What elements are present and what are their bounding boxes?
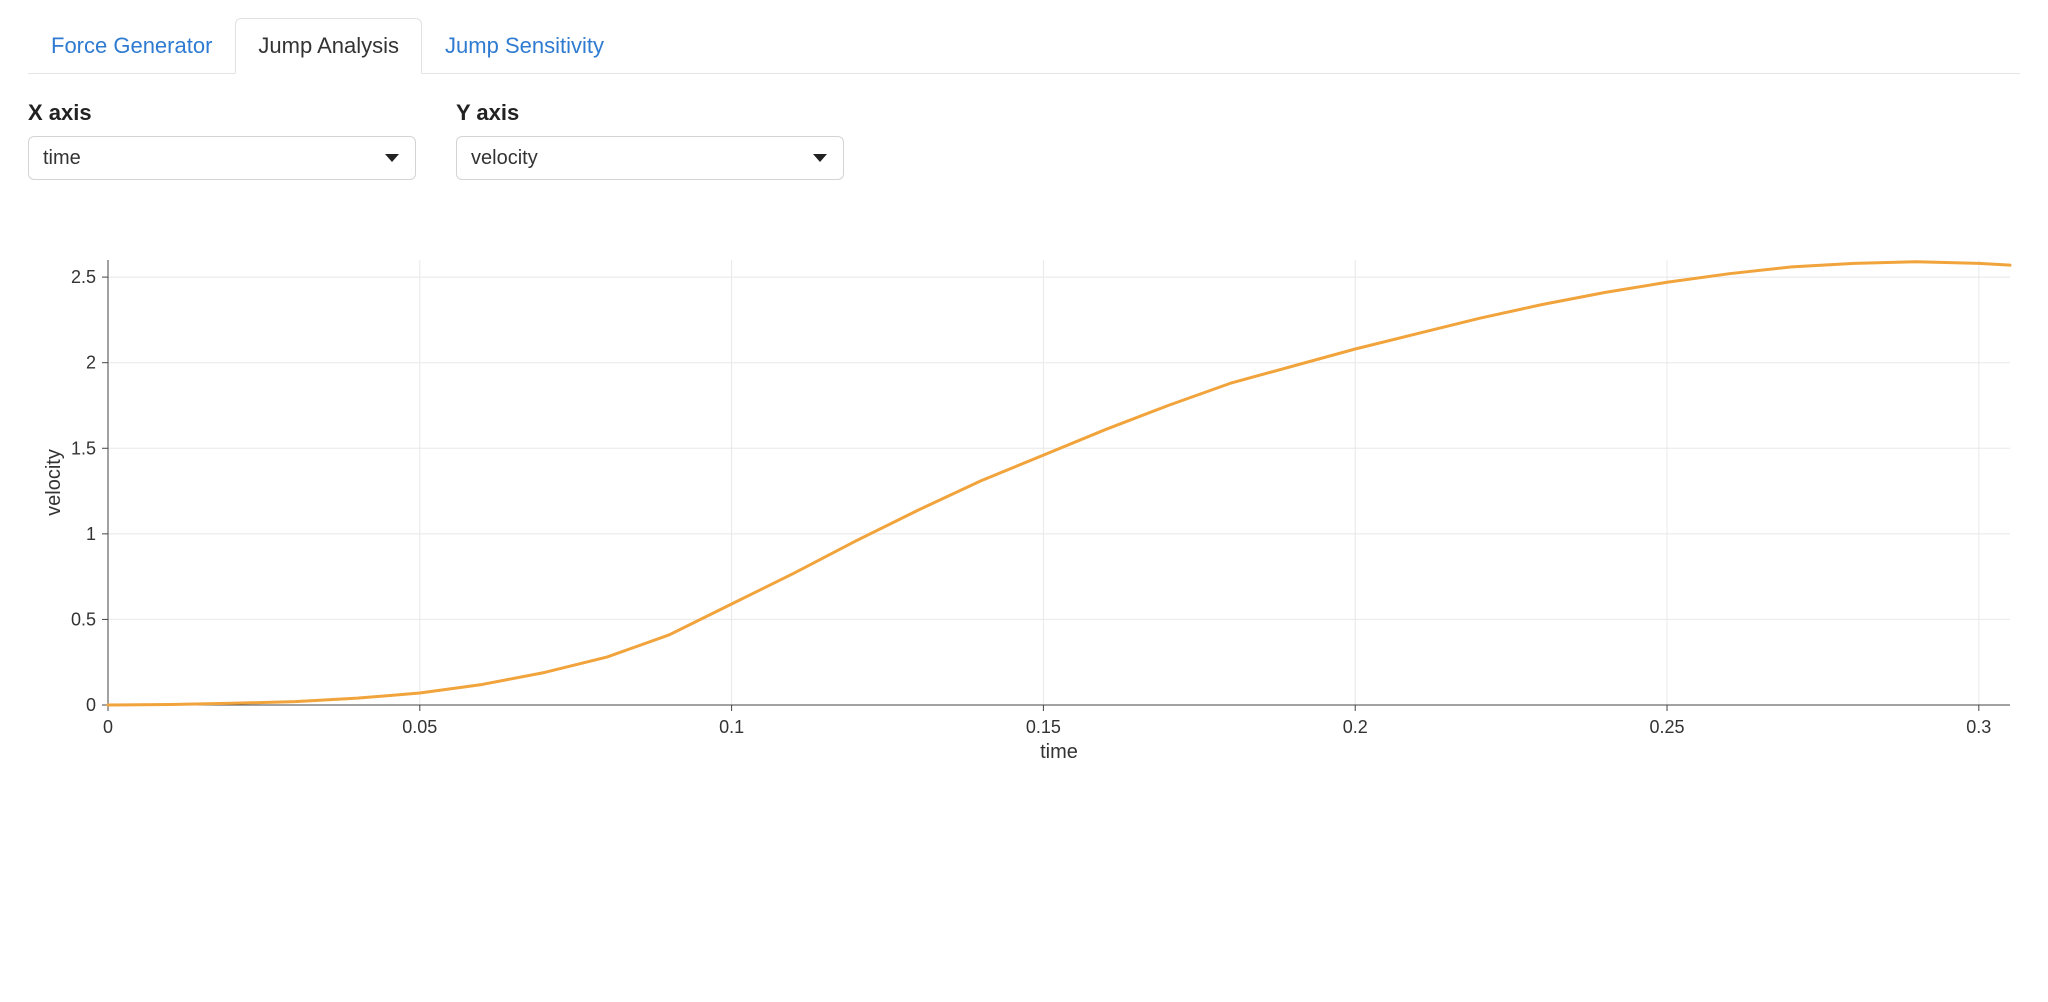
axis-controls: X axis time Y axis velocity [28,100,2020,180]
tab-bar: Force Generator Jump Analysis Jump Sensi… [28,18,2020,74]
x-tick-label: 0.05 [402,717,437,737]
y-axis-select[interactable]: velocity [456,136,844,180]
x-tick-label: 0.2 [1343,717,1368,737]
y-tick-label: 1 [86,524,96,544]
x-tick-label: 0.25 [1649,717,1684,737]
x-axis-label: X axis [28,100,416,126]
chevron-down-icon [813,154,827,162]
y-axis-value: velocity [471,147,538,170]
y-axis-title: velocity [43,449,65,516]
x-axis-select[interactable]: time [28,136,416,180]
tab-jump-analysis[interactable]: Jump Analysis [235,18,422,74]
y-tick-label: 1.5 [71,438,96,458]
chart: 0 0.05 0.1 0.15 0.2 0.25 0.3 0 0.5 1 1.5 2 2.5 time ve… [28,250,2020,770]
chevron-down-icon [385,154,399,162]
x-axis-control: X axis time [28,100,416,180]
x-axis-title: time [1040,741,1078,763]
x-tick-label: 0.1 [719,717,744,737]
x-tick-label: 0.3 [1966,717,1991,737]
y-tick-label: 0.5 [71,609,96,629]
series-line [108,262,2010,705]
chart-svg: 0 0.05 0.1 0.15 0.2 0.25 0.3 0 0.5 1 1.5 2 2.5 time ve… [28,250,2020,770]
y-tick-label: 0 [86,695,96,715]
y-tick-label: 2 [86,353,96,373]
chart-grid [108,260,2010,705]
y-axis-control: Y axis velocity [456,100,844,180]
x-tick-label: 0 [103,717,113,737]
x-axis-value: time [43,147,81,170]
tab-jump-sensitivity[interactable]: Jump Sensitivity [422,18,627,73]
chart-axes: 0 0.05 0.1 0.15 0.2 0.25 0.3 0 0.5 1 1.5 2 2.5 [71,260,2010,737]
y-tick-label: 2.5 [71,267,96,287]
tab-force-generator[interactable]: Force Generator [28,18,235,73]
y-axis-label: Y axis [456,100,844,126]
x-tick-label: 0.15 [1026,717,1061,737]
